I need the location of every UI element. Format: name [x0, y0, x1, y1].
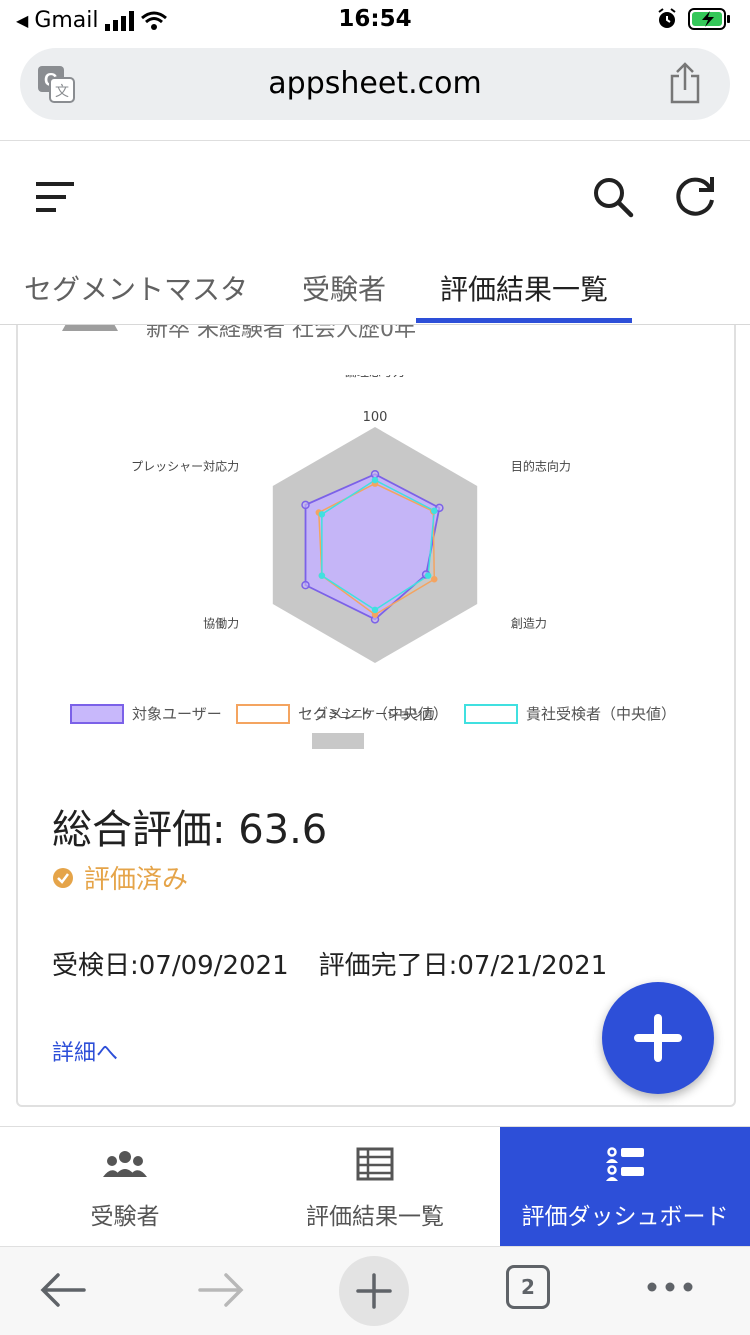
complete-date: 評価完了日:07/21/2021	[318, 951, 608, 981]
legend-swatch	[236, 703, 290, 724]
status-right	[656, 8, 732, 30]
tab-evaluation-results[interactable]: 評価結果一覧	[440, 268, 608, 308]
radar-axis-label: 協働力	[203, 615, 239, 630]
legend-label: 貴社受検者（中央値）	[526, 705, 677, 723]
battery-icon	[688, 8, 730, 30]
add-button[interactable]	[602, 982, 714, 1094]
date-line: 受検日:07/09/2021 評価完了日:07/21/2021	[52, 945, 607, 982]
alarm-icon	[658, 8, 676, 28]
legend-label: セグメント（中央値）	[298, 705, 449, 723]
tab-examinees[interactable]: 受験者	[302, 268, 386, 308]
chart-legend: 対象ユーザー セグメント（中央値） 貴社受検者（中央値）	[70, 703, 710, 763]
radar-axis-label: 目的志向力	[511, 459, 571, 474]
legend-item: 対象ユーザー	[70, 703, 222, 724]
tab-bar: セグメントマスタ 受験者 評価結果一覧	[0, 256, 750, 324]
radar-point	[371, 606, 379, 614]
legend-swatch	[70, 703, 124, 724]
forward-arrow-icon[interactable]	[196, 1267, 246, 1313]
legend-item: 貴社受検者（中央値）	[464, 703, 676, 724]
nav-evaluation-dashboard[interactable]: 評価ダッシュボード	[500, 1127, 750, 1247]
warning-icon	[62, 325, 118, 331]
url-text: appsheet.com	[268, 66, 482, 101]
tab-count-button[interactable]: 2	[506, 1265, 550, 1309]
clock: 16:54	[338, 6, 412, 32]
detail-link[interactable]: 詳細へ	[52, 1035, 118, 1067]
more-icon[interactable]	[646, 1281, 694, 1293]
radar-point	[371, 476, 379, 484]
check-circle-icon	[53, 867, 73, 888]
legend-swatch	[464, 703, 518, 724]
radar-point	[431, 507, 438, 515]
status-bar: ◀ Gmail 16:54	[0, 0, 750, 42]
radar-point	[318, 511, 326, 518]
tab-segment-master[interactable]: セグメントマスタ	[24, 268, 248, 308]
search-icon[interactable]	[592, 176, 634, 218]
back-arrow-icon[interactable]	[38, 1267, 88, 1313]
active-tab-indicator	[416, 318, 632, 323]
table-icon	[356, 1147, 394, 1181]
legend-item: セグメント（中央値）	[236, 703, 448, 724]
menu-icon[interactable]	[34, 180, 78, 216]
browser-toolbar: 2	[0, 1246, 750, 1335]
radar-point	[424, 572, 432, 579]
segment-text: 新卒 未経験者 社会人歴0年	[146, 325, 416, 342]
nav-label: 受験者	[90, 1204, 160, 1230]
radar-point	[301, 500, 310, 510]
radar-scale-label: 100	[363, 410, 388, 425]
radar-point	[370, 469, 380, 479]
radar-axis-label: 論理思考力	[345, 375, 405, 379]
plus-icon	[634, 1014, 682, 1062]
nav-label: 評価ダッシュボード	[521, 1204, 729, 1230]
total-score: 総合評価: 63.6	[52, 807, 328, 853]
evaluation-status: 評価済み	[52, 859, 188, 896]
dashboard-icon	[606, 1147, 644, 1181]
people-icon	[103, 1151, 147, 1177]
address-bar[interactable]: G 文 appsheet.com	[20, 48, 730, 120]
nav-examinees[interactable]: 受験者	[0, 1127, 250, 1247]
status-text: 評価済み	[84, 865, 189, 895]
share-icon[interactable]	[668, 62, 702, 104]
radar-point	[431, 575, 438, 583]
divider	[0, 140, 750, 141]
new-tab-icon[interactable]	[338, 1255, 410, 1327]
test-date: 受検日:07/09/2021	[52, 951, 289, 981]
radar-point	[318, 572, 326, 579]
legend-label: 対象ユーザー	[132, 705, 222, 723]
nav-label: 評価結果一覧	[306, 1204, 444, 1230]
bottom-nav: 受験者 評価結果一覧 評価ダッシュボード	[0, 1126, 750, 1247]
radar-point	[301, 580, 310, 590]
nav-evaluation-results[interactable]: 評価結果一覧	[250, 1127, 500, 1247]
radar-axis-label: プレッシャー対応力	[131, 460, 239, 474]
radar-axis-label: 創造力	[511, 616, 547, 630]
refresh-icon[interactable]	[674, 174, 718, 218]
legend-swatch	[312, 733, 364, 749]
